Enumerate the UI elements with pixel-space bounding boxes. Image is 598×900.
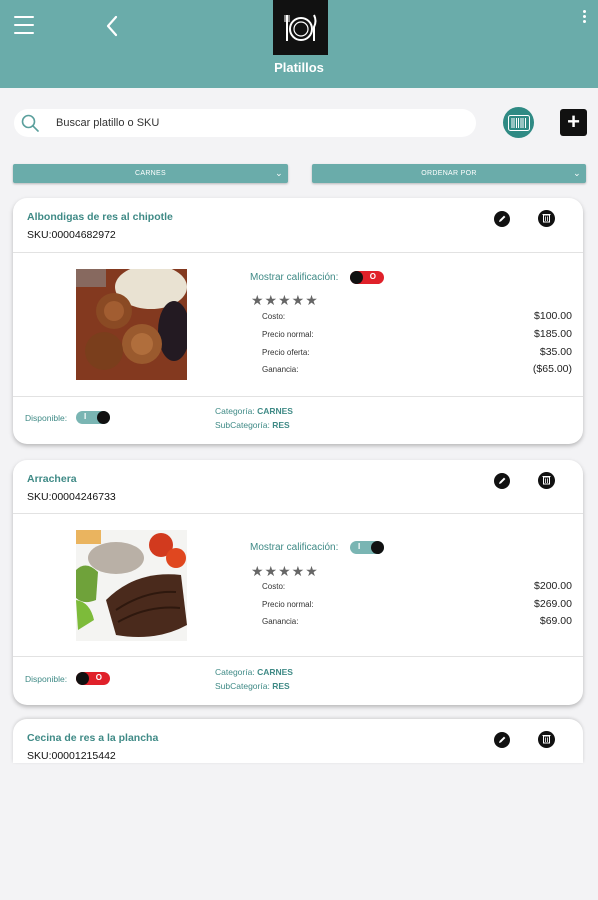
order-by-dropdown[interactable]: ORDENAR POR ⌄	[312, 164, 586, 183]
product-sku: SKU:00004682972	[27, 229, 116, 241]
product-card: Arrachera SKU:00004246733 Mostrar califi…	[13, 460, 583, 705]
price-value: $100.00	[534, 310, 572, 322]
rating-stars: ★★★★★	[251, 292, 319, 308]
price-row: Ganancia: $69.00	[262, 615, 572, 628]
toggle-state-label: I	[84, 412, 87, 421]
price-value: $69.00	[539, 615, 572, 627]
price-row: Precio oferta: $35.00	[262, 346, 572, 359]
product-sku: SKU:00004246733	[27, 491, 116, 503]
divider	[13, 513, 583, 514]
subcategory-line: SubCategoría: RES	[215, 420, 290, 430]
price-label: Precio normal:	[262, 600, 314, 609]
search-bar	[14, 109, 476, 137]
plate-cutlery-icon	[273, 0, 328, 55]
edit-icon[interactable]	[494, 211, 510, 227]
category-dropdown-label: CARNES	[135, 170, 166, 177]
toggle-state-label: O	[95, 673, 102, 682]
price-row: Costo: $200.00	[262, 580, 572, 593]
chevron-down-icon: ⌄	[275, 168, 283, 178]
price-value: $200.00	[534, 580, 572, 592]
price-label: Ganancia:	[262, 365, 299, 374]
available-toggle[interactable]: O	[76, 672, 110, 685]
toggle-knob	[97, 411, 110, 424]
show-rating-toggle[interactable]: O	[350, 271, 384, 284]
divider	[13, 252, 583, 253]
price-label: Precio oferta:	[262, 348, 310, 357]
edit-icon[interactable]	[494, 473, 510, 489]
app-header: Platillos	[0, 0, 598, 88]
toggle-state-label: I	[358, 542, 361, 551]
toggle-knob	[350, 271, 363, 284]
barcode-scan-button[interactable]	[503, 107, 534, 138]
search-input[interactable]	[56, 114, 456, 132]
category-line: Categoría: CARNES	[215, 667, 293, 677]
hamburger-icon[interactable]	[14, 16, 34, 34]
price-label: Costo:	[262, 312, 286, 321]
subcategory-label: SubCategoría:	[215, 681, 270, 691]
product-card: Cecina de res a la plancha SKU:000012154…	[13, 719, 583, 763]
category-value: CARNES	[257, 667, 293, 677]
show-rating-label: Mostrar calificación:	[250, 272, 339, 283]
available-label: Disponible:	[25, 674, 68, 684]
subcategory-line: SubCategoría: RES	[215, 681, 290, 691]
price-row: Ganancia: ($65.00)	[262, 363, 572, 376]
search-icon[interactable]	[20, 113, 40, 133]
price-value: $185.00	[534, 328, 572, 340]
product-name: Albondigas de res al chipotle	[27, 211, 173, 223]
price-label: Precio normal:	[262, 330, 314, 339]
price-value: $269.00	[534, 598, 572, 610]
trash-icon[interactable]	[538, 210, 555, 227]
category-line: Categoría: CARNES	[215, 406, 293, 416]
product-photo	[76, 269, 187, 380]
page-title: Platillos	[274, 60, 324, 75]
price-value: ($65.00)	[532, 363, 572, 375]
product-sku: SKU:00001215442	[27, 750, 116, 762]
subcategory-label: SubCategoría:	[215, 420, 270, 430]
trash-icon[interactable]	[538, 472, 555, 489]
available-label: Disponible:	[25, 413, 68, 423]
more-vertical-icon[interactable]	[580, 10, 588, 28]
toggle-state-label: O	[369, 272, 376, 281]
price-row: Precio normal: $269.00	[262, 598, 572, 611]
toggle-knob	[76, 672, 89, 685]
category-label: Categoría:	[215, 667, 255, 677]
product-card: Albondigas de res al chipotle SKU:000046…	[13, 198, 583, 444]
add-product-button[interactable]: +	[560, 109, 587, 136]
price-label: Ganancia:	[262, 617, 299, 626]
chevron-left-icon[interactable]	[102, 14, 122, 38]
category-dropdown[interactable]: CARNES ⌄	[13, 164, 288, 183]
divider	[13, 656, 583, 657]
category-label: Categoría:	[215, 406, 255, 416]
price-row: Precio normal: $185.00	[262, 328, 572, 341]
show-rating-label: Mostrar calificación:	[250, 542, 339, 553]
divider	[13, 396, 583, 397]
price-label: Costo:	[262, 582, 286, 591]
product-name: Cecina de res a la plancha	[27, 732, 159, 744]
barcode-icon	[507, 114, 530, 131]
order-by-dropdown-label: ORDENAR POR	[421, 170, 477, 177]
rating-stars: ★★★★★	[251, 563, 319, 579]
product-photo	[76, 530, 187, 641]
trash-icon[interactable]	[538, 731, 555, 748]
subcategory-value: RES	[272, 420, 290, 430]
price-row: Costo: $100.00	[262, 310, 572, 323]
edit-icon[interactable]	[494, 732, 510, 748]
show-rating-toggle[interactable]: I	[350, 541, 384, 554]
price-value: $35.00	[539, 346, 572, 358]
toggle-knob	[371, 541, 384, 554]
available-toggle[interactable]: I	[76, 411, 110, 424]
category-value: CARNES	[257, 406, 293, 416]
subcategory-value: RES	[272, 681, 290, 691]
product-name: Arrachera	[27, 473, 77, 485]
chevron-down-icon: ⌄	[573, 168, 581, 178]
